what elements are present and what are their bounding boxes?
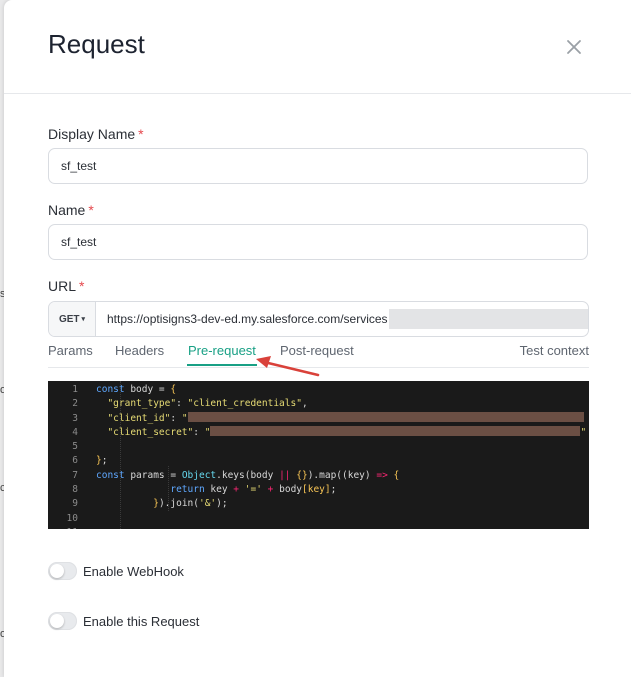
code-line: return key + '=' + body[key]; <box>170 484 337 496</box>
name-field[interactable]: sf_test <box>48 224 588 260</box>
code-content: const body = { "grant_type": "client_cre… <box>96 383 586 529</box>
code-line: "client_secret": " " <box>107 425 587 438</box>
required-mark: * <box>88 202 94 218</box>
modal-title: Request <box>48 29 145 59</box>
line-number: 10 <box>66 512 78 524</box>
name-label: Name * <box>48 202 94 218</box>
line-number: 8 <box>72 484 78 496</box>
display-name-field[interactable]: sf_test <box>48 148 588 184</box>
annotation-arrow-icon <box>256 356 320 377</box>
url-label-text: URL <box>48 278 77 294</box>
line-number: 3 <box>72 412 78 424</box>
line-number: 2 <box>72 398 78 410</box>
toggle-knob <box>50 614 64 628</box>
required-mark: * <box>79 278 85 294</box>
display-name-label: Display Name * <box>48 126 144 142</box>
code-line: "client_id": " <box>96 411 586 426</box>
request-modal: Request Display Name * sf_test Name * sf_t… <box>4 0 631 677</box>
close-icon <box>567 40 581 54</box>
enable-request-toggle-label: Enable this Request <box>83 613 200 629</box>
webhook-toggle[interactable] <box>48 562 77 580</box>
line-number: 5 <box>72 441 78 453</box>
header-divider <box>4 93 631 94</box>
code-line: "grant_type": "client_credentials", <box>107 398 308 410</box>
url-label: URL * <box>48 278 84 294</box>
toggle-knob <box>50 564 64 578</box>
line-number: 9 <box>72 498 78 510</box>
code-line: const body = { <box>96 384 177 395</box>
tab-test-context[interactable]: Test context <box>520 343 589 358</box>
caret-down-icon: ▾ <box>81 316 86 323</box>
webhook-toggle-row: Enable WebHook <box>48 562 184 580</box>
method-select[interactable]: GET ▾ <box>49 302 96 336</box>
redacted-block <box>210 425 581 436</box>
line-number: 4 <box>72 426 78 438</box>
tab-params[interactable]: Params <box>48 343 93 358</box>
code-line: }).join('&'); <box>153 498 228 510</box>
tab-headers[interactable]: Headers <box>115 343 164 358</box>
url-value-text: https://optisigns3-dev-ed.my.salesforce.… <box>107 312 388 326</box>
code-editor[interactable]: 1 2 3 4 5 6 7 8 9 10 11 const body = { "… <box>48 381 589 529</box>
active-tab-indicator <box>187 364 257 366</box>
name-label-text: Name <box>48 202 86 218</box>
url-field[interactable]: https://optisigns3-dev-ed.my.salesforce.… <box>96 302 588 336</box>
required-mark: * <box>138 126 144 142</box>
line-number: 11 <box>48 526 78 529</box>
enable-request-toggle-row: Enable this Request <box>48 612 199 630</box>
code-line: }; <box>96 455 108 467</box>
redacted-block <box>187 411 584 422</box>
line-number: 6 <box>72 455 78 467</box>
tab-pre-request[interactable]: Pre-request <box>188 343 256 358</box>
url-input-group: GET ▾ https://optisigns3-dev-ed.my.salesf… <box>48 301 589 337</box>
webhook-toggle-label: Enable WebHook <box>83 563 184 579</box>
redacted-block <box>388 309 588 329</box>
enable-request-toggle[interactable] <box>48 612 77 630</box>
code-line: const params = Object.keys(body || {}).m… <box>96 469 400 481</box>
close-button[interactable] <box>563 36 585 58</box>
line-number: 1 <box>72 384 78 395</box>
line-number: 7 <box>72 469 78 481</box>
method-value: GET <box>58 313 80 325</box>
line-numbers: 1 2 3 4 5 6 7 8 9 10 11 <box>48 383 78 529</box>
display-name-label-text: Display Name <box>48 126 136 142</box>
